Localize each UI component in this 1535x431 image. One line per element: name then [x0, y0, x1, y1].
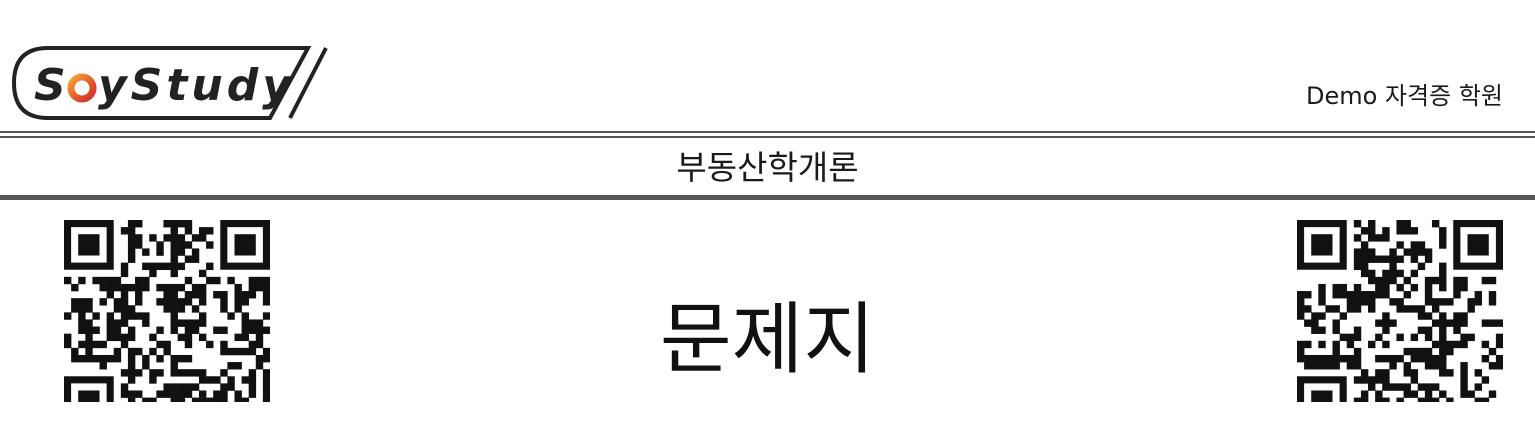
- subject-rule: [0, 195, 1535, 200]
- academy-name: Demo 자격증 학원: [1306, 82, 1503, 110]
- page-header: S yStudy Demo 자격증 학원: [0, 0, 1535, 130]
- svg-text:yStudy: yStudy: [98, 60, 295, 111]
- svg-text:S: S: [34, 60, 70, 111]
- soystudy-logo: S yStudy: [8, 42, 328, 124]
- subject-title: 부동산학개론: [676, 148, 859, 187]
- qr-code-icon: [1297, 220, 1503, 402]
- header-double-rule: [0, 131, 1535, 139]
